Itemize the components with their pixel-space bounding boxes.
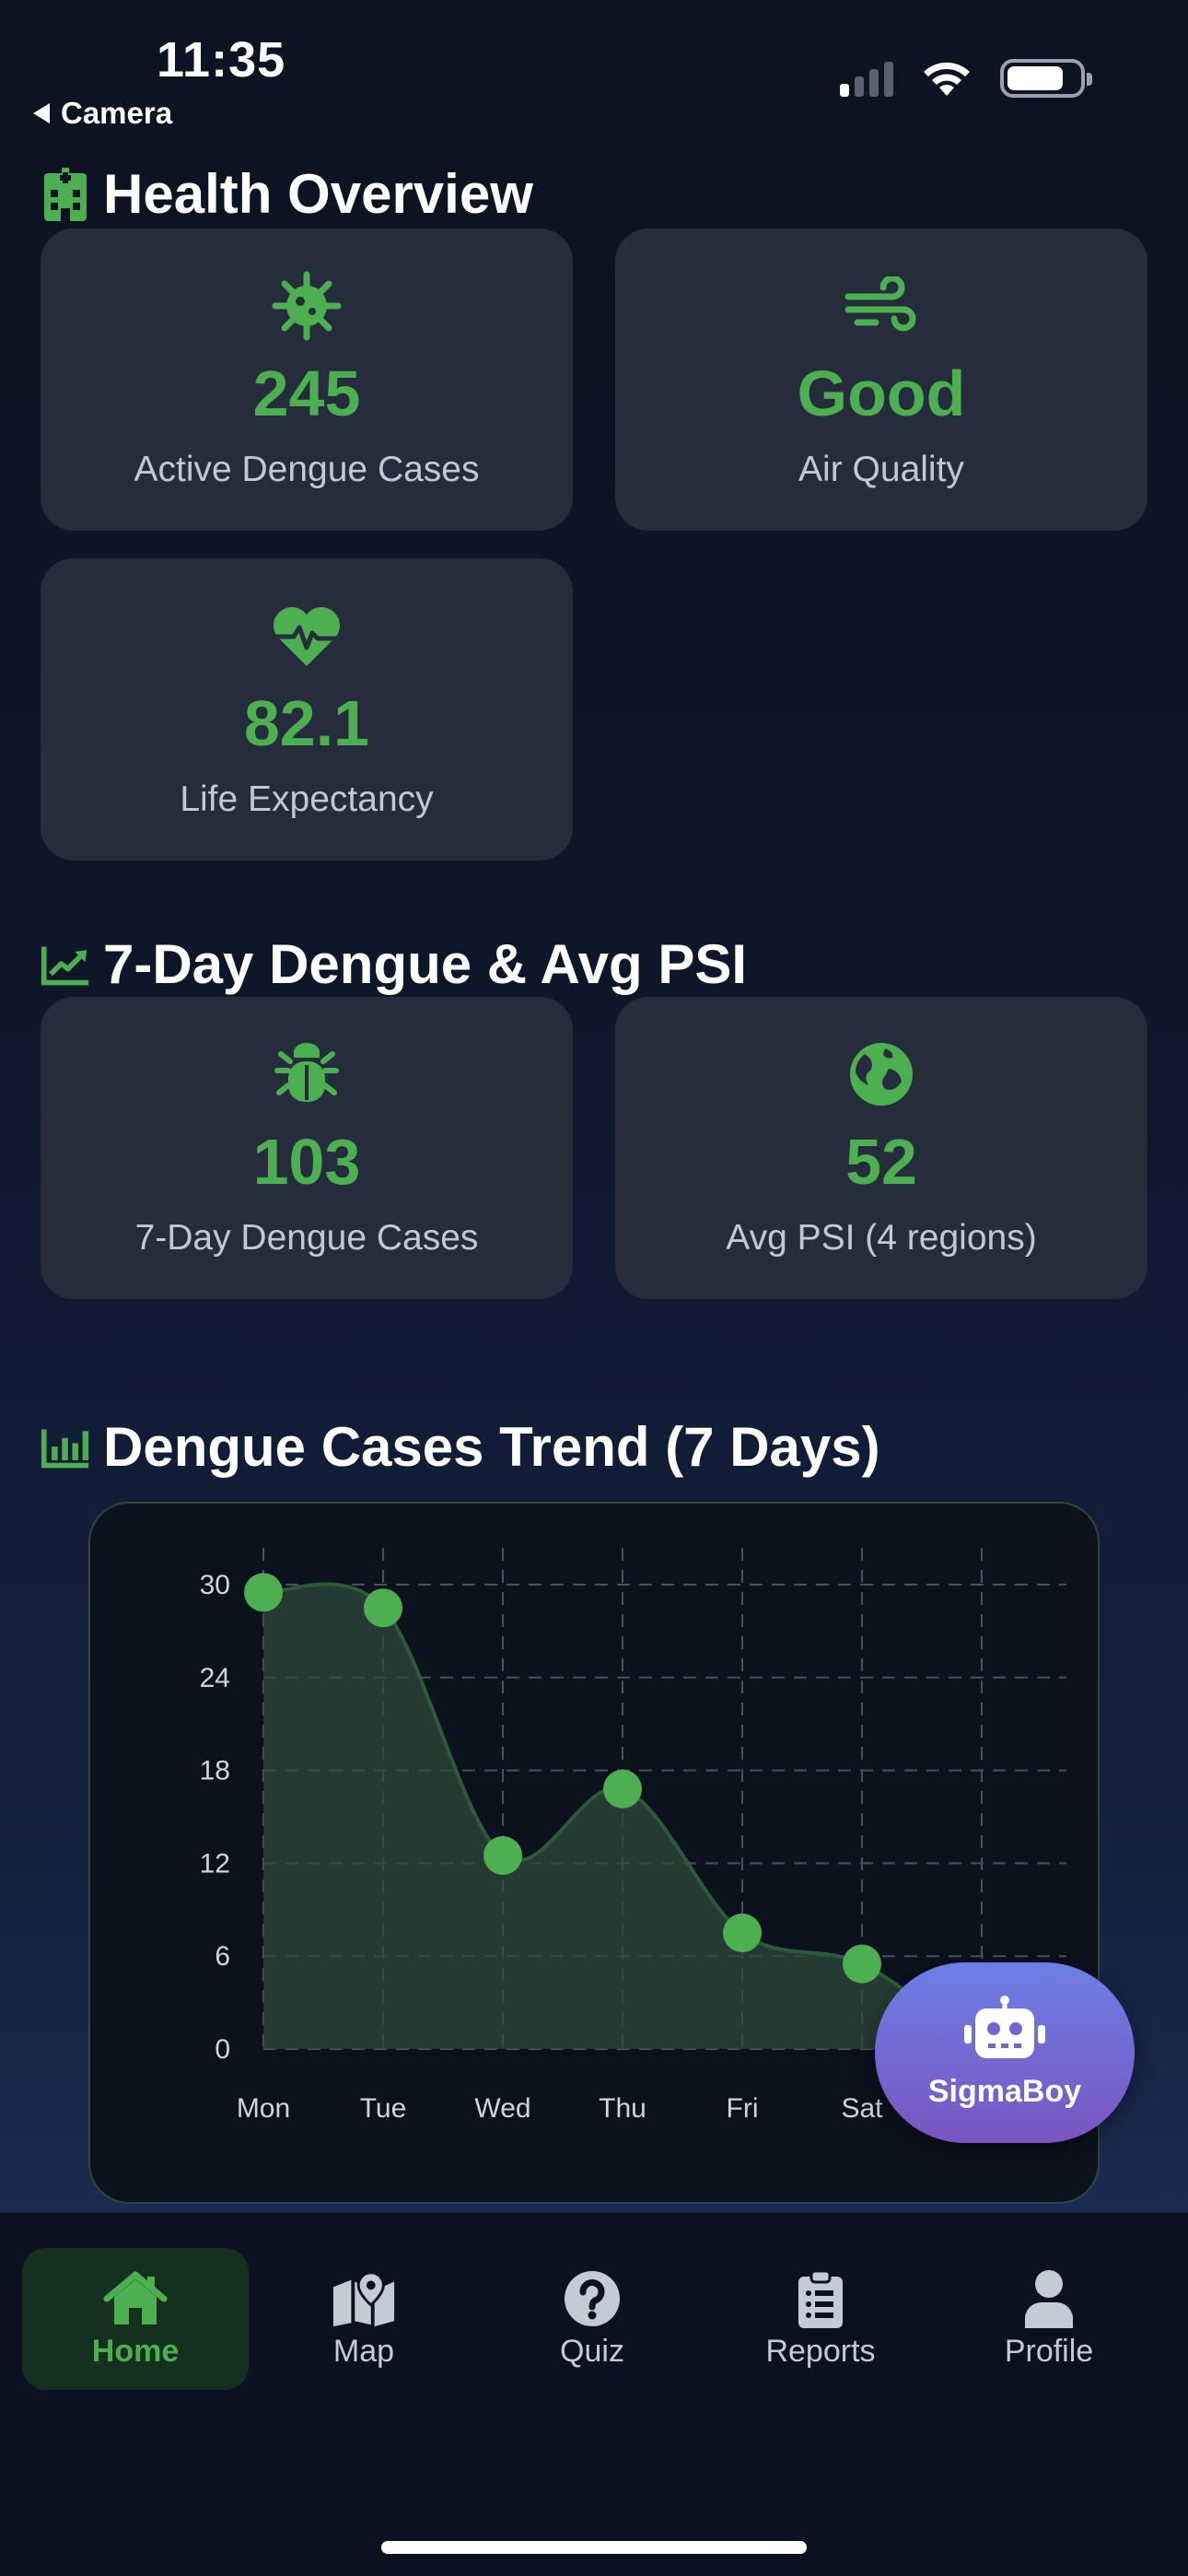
nav-label: Quiz [560, 2333, 624, 2369]
home-indicator [381, 2541, 807, 2554]
health-overview-title: Health Overview [41, 162, 533, 226]
bottom-navigation: Home Map Quiz Reports Profile [0, 2211, 1188, 2576]
virus-icon [270, 269, 344, 343]
home-icon [103, 2269, 168, 2328]
bar-chart-icon [41, 1423, 90, 1472]
status-time: 11:35 [157, 32, 286, 88]
map-icon [332, 2269, 396, 2328]
x-tick-label: Fri [727, 2093, 759, 2124]
stat-value: 82.1 [243, 687, 370, 759]
y-tick-label: 30 [200, 1570, 230, 1600]
y-tick-label: 24 [200, 1663, 230, 1693]
nav-item-map[interactable]: Map [250, 2248, 477, 2390]
sigmaboy-chat-button[interactable]: SigmaBoy [875, 1962, 1135, 2143]
wifi-icon [924, 62, 970, 96]
battery-icon [1000, 59, 1092, 98]
hospital-icon [41, 167, 90, 221]
bug-icon [270, 1037, 344, 1111]
nav-label: Home [91, 2333, 180, 2369]
section-title-text: Dengue Cases Trend (7 Days) [103, 1416, 880, 1478]
y-tick-label: 18 [200, 1756, 230, 1786]
data-point [364, 1588, 402, 1628]
stat-label: Active Dengue Cases [134, 450, 480, 489]
stat-label: Life Expectancy [180, 779, 434, 819]
globe-icon [844, 1037, 918, 1111]
y-tick-label: 6 [215, 1941, 230, 1972]
robot-icon [961, 1996, 1049, 2067]
data-point [244, 1573, 283, 1612]
stat-label: 7-Day Dengue Cases [134, 1218, 479, 1258]
section-title-text: Health Overview [103, 163, 533, 225]
data-point [483, 1836, 522, 1875]
seven-day-title: 7-Day Dengue & Avg PSI [41, 932, 747, 996]
clipboard-icon [788, 2269, 853, 2328]
heartbeat-icon [270, 599, 344, 673]
fab-label: SigmaBoy [927, 2074, 1082, 2109]
stat-card-air-quality[interactable]: Good Air Quality [615, 228, 1147, 531]
stat-value: 52 [845, 1126, 917, 1198]
stat-card-avg-psi[interactable]: 52 Avg PSI (4 regions) [615, 997, 1147, 1299]
cellular-signal-icon [840, 60, 893, 97]
stat-label: Avg PSI (4 regions) [726, 1218, 1037, 1258]
nav-label: Reports [765, 2333, 876, 2369]
nav-item-quiz[interactable]: Quiz [479, 2248, 705, 2390]
question-icon [560, 2269, 624, 2328]
nav-item-reports[interactable]: Reports [707, 2248, 934, 2390]
nav-label: Profile [1004, 2333, 1094, 2369]
nav-item-profile[interactable]: Profile [936, 2248, 1162, 2390]
x-tick-label: Mon [237, 2093, 290, 2124]
back-arrow-icon [33, 103, 50, 123]
y-tick-label: 12 [200, 1848, 230, 1879]
x-tick-label: Wed [474, 2093, 530, 2124]
back-app-label: Camera [61, 96, 173, 130]
user-icon [1017, 2269, 1081, 2328]
y-tick-label: 0 [215, 2034, 230, 2065]
stat-value: 245 [252, 357, 361, 429]
stat-value: 103 [252, 1126, 361, 1198]
back-to-app-button[interactable]: Camera [33, 96, 172, 131]
stat-card-life-expectancy[interactable]: 82.1 Life Expectancy [41, 558, 573, 861]
stat-card-active-dengue[interactable]: 245 Active Dengue Cases [41, 228, 573, 531]
nav-label: Map [332, 2333, 395, 2369]
area-fill [263, 1584, 982, 2049]
wind-icon [844, 269, 918, 343]
data-point [723, 1914, 762, 1952]
status-icons [840, 59, 1092, 98]
stat-value: Good [797, 357, 966, 429]
stat-label: Air Quality [798, 450, 964, 489]
data-point [843, 1944, 881, 1984]
x-tick-label: Sat [841, 2093, 883, 2124]
nav-item-home[interactable]: Home [22, 2248, 249, 2390]
x-tick-label: Thu [599, 2093, 646, 2124]
trend-up-icon [41, 940, 90, 989]
data-point [603, 1769, 642, 1809]
section-title-text: 7-Day Dengue & Avg PSI [103, 933, 748, 995]
stat-card-7day-dengue[interactable]: 103 7-Day Dengue Cases [41, 997, 573, 1299]
trend-title: Dengue Cases Trend (7 Days) [41, 1415, 880, 1479]
x-tick-label: Tue [360, 2093, 407, 2124]
status-bar: 11:35 Camera [0, 0, 1188, 147]
